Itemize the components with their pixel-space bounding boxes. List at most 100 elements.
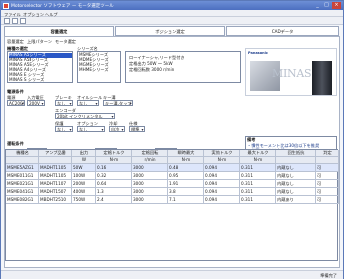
unit-cell: N·m — [168, 157, 204, 164]
table-cell: 0.094 — [204, 164, 240, 172]
table-cell: MSME5AZG1 — [6, 164, 39, 172]
table-cell: MSME021G1 — [6, 180, 39, 188]
table-cell: 3.8 — [168, 188, 204, 196]
unit-cell: r/min — [132, 157, 168, 164]
column-header[interactable]: 最大トルク — [240, 150, 276, 157]
protect-select[interactable]: なし — [55, 126, 73, 132]
table-cell: 100W — [72, 172, 96, 180]
table-cell: 1.91 — [168, 180, 204, 188]
key-select[interactable]: キー溝,タップ付 — [103, 100, 133, 106]
tab-cad[interactable]: CADデータ — [226, 26, 339, 36]
table-cell: 内蔵なし — [276, 188, 316, 196]
spec-select[interactable]: 標準 — [129, 126, 145, 132]
app-icon — [3, 2, 9, 9]
table-cell: MADHT1107 — [39, 180, 72, 188]
table-cell: 可 — [316, 164, 339, 172]
servo-motor-image — [312, 61, 332, 95]
unit-cell — [276, 157, 316, 164]
table-cell: 0.311 — [240, 196, 276, 204]
column-header[interactable]: 機種名 — [6, 150, 39, 157]
table-cell: 0.094 — [204, 180, 240, 188]
table-cell: 0.48 — [168, 164, 204, 172]
table-cell: 内蔵あり — [276, 196, 316, 204]
spec-line: 定格回転数 3000 r/min — [129, 67, 175, 72]
maximize-button[interactable]: □ — [322, 2, 331, 9]
column-header[interactable]: 判定 — [316, 150, 339, 157]
unit-cell — [6, 157, 39, 164]
table-cell: 750W — [72, 196, 96, 204]
table-cell: 400W — [72, 188, 96, 196]
table-cell: 1.3 — [96, 188, 132, 196]
table-cell: 7.1 — [168, 196, 204, 204]
table-cell: MSME041G1 — [6, 188, 39, 196]
voltage-select[interactable]: 200V — [27, 100, 45, 106]
table-cell: MBDHT2510 — [39, 196, 72, 204]
app-window: Motorselector ソフトウェア ー モータ選定ツール _ □ × ファ… — [0, 0, 344, 279]
series-item[interactable]: MINAS S シリーズ — [9, 77, 44, 82]
brand-small: Panasonic — [248, 51, 268, 55]
table-cell: 0.95 — [168, 172, 204, 180]
unit-cell: N·m — [96, 157, 132, 164]
column-header[interactable]: 回生抵抗 — [276, 150, 316, 157]
save-icon[interactable] — [20, 18, 26, 24]
table-cell: MSME082G1 — [6, 196, 39, 204]
table-row[interactable]: MSME082G1 MBDHT2510 750W 2.4 3000 7.1 0.094 0.3… — [6, 196, 339, 204]
unit-cell — [39, 157, 72, 164]
table-cell: 0.311 — [240, 188, 276, 196]
title-bar: Motorselector ソフトウェア ー モータ選定ツール _ □ × — [1, 1, 343, 10]
column-header[interactable]: 定格回転 — [132, 150, 168, 157]
brake-select[interactable]: なし — [55, 100, 73, 106]
status-text: 準備完了 — [320, 273, 337, 278]
option-select[interactable]: なし — [77, 126, 105, 132]
table-cell: MADHT1105 — [39, 172, 72, 180]
encoder-select[interactable]: 20bit インクリメンタル — [55, 113, 115, 119]
type-listbox[interactable]: MSMEシリーズ MDMEシリーズ MGMEシリーズ MHMEシリーズ — [77, 51, 121, 83]
table-cell: 内蔵なし — [276, 180, 316, 188]
table-row[interactable]: MSME041G1 MADHT1507 400W 1.3 3000 3.8 0.094 0.3… — [6, 188, 339, 196]
unit-cell — [316, 157, 339, 164]
new-file-icon[interactable] — [4, 18, 10, 24]
table-cell: 200W — [72, 180, 96, 188]
table-cell: 0.311 — [240, 164, 276, 172]
main-tabs: 容量選定 ポジション選定 CADデータ — [1, 26, 343, 36]
table-cell: 3000 — [132, 196, 168, 204]
subtab-motor[interactable]: モータ選定 — [55, 39, 76, 45]
table-cell: 3000 — [132, 188, 168, 196]
table-row[interactable]: MSME5AZG1 MADHT1105 50W 0.16 3000 0.48 0.094 0.… — [6, 164, 339, 172]
column-header[interactable]: 実効トルク — [204, 150, 240, 157]
open-folder-icon[interactable] — [12, 18, 18, 24]
product-image: Panasonic MINAS A5 — [245, 48, 337, 96]
table-cell: 内蔵なし — [276, 172, 316, 180]
close-button[interactable]: × — [332, 2, 341, 9]
table-cell: 0.094 — [204, 172, 240, 180]
unit-cell: N·m — [204, 157, 240, 164]
table-row[interactable]: MSME011G1 MADHT1105 100W 0.32 3000 0.95 0.094 0… — [6, 172, 339, 180]
column-header[interactable]: 瞬時最大 — [168, 150, 204, 157]
toolbar — [1, 17, 343, 25]
result-table: 機種名 アンプ品番 出力 定格トルク 定格回転 瞬時最大 実効トルク 最大トルク… — [5, 149, 339, 261]
column-header[interactable]: 出力 — [72, 150, 96, 157]
subtab-pattern[interactable]: 上限パターン — [27, 39, 52, 45]
series-listbox[interactable]: MINAS A5シリーズ MINAS A5Ⅱシリーズ MINAS A5Eシリーズ… — [7, 51, 73, 83]
table-cell: 可 — [316, 188, 339, 196]
table-cell: 0.311 — [240, 172, 276, 180]
tab-capacity[interactable]: 容量選定 — [4, 26, 114, 36]
table-cell: 可 — [316, 180, 339, 188]
params-title: 運転条件 — [7, 141, 24, 146]
table-row[interactable]: MSME021G1 MADHT1107 200W 0.64 3000 1.91 0.094 0… — [6, 180, 339, 188]
table-cell: MADHT1105 — [39, 164, 72, 172]
column-header[interactable]: アンプ品番 — [39, 150, 72, 157]
column-header[interactable]: 定格トルク — [96, 150, 132, 157]
table-cell: 2.4 — [96, 196, 132, 204]
table-cell: 0.094 — [204, 188, 240, 196]
table-cell: 3000 — [132, 164, 168, 172]
oilseal-select[interactable]: なし — [77, 100, 99, 106]
cooling-select[interactable]: 自冷 — [109, 126, 125, 132]
tab-position[interactable]: ポジション選定 — [115, 26, 225, 36]
power-select[interactable]: AC200V — [7, 100, 25, 106]
table-units: W N·m r/min N·m N·m N·m — [6, 157, 339, 164]
minimize-button[interactable]: _ — [313, 2, 322, 9]
subtab-capacity[interactable]: 容量選定 — [7, 39, 24, 45]
table-header: 機種名 アンプ品番 出力 定格トルク 定格回転 瞬時最大 実効トルク 最大トルク… — [6, 150, 339, 157]
type-item[interactable]: MHMEシリーズ — [79, 67, 109, 73]
